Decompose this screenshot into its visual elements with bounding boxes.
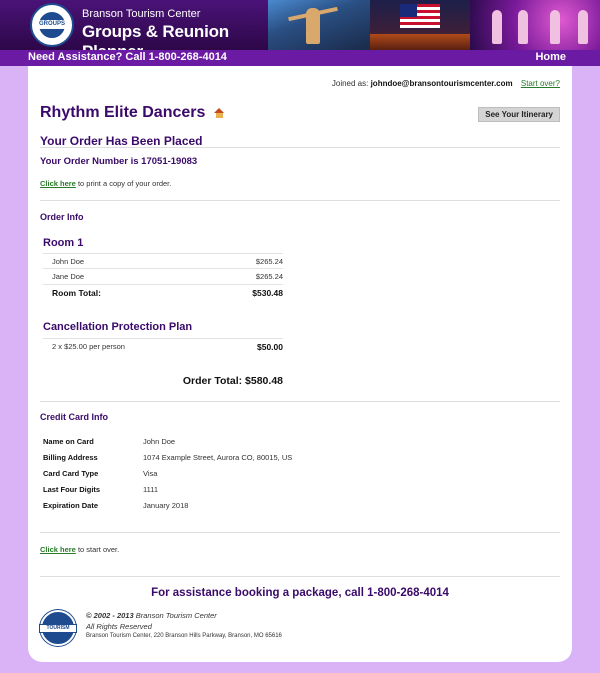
- footer-address: Branson Tourism Center, 220 Branson Hill…: [86, 633, 282, 639]
- footer-logo-ribbon: TOURISM: [39, 624, 77, 633]
- banner-photo-flag-show: [370, 0, 470, 50]
- order-total: Order Total: $580.48: [182, 375, 283, 387]
- performer-figure: [492, 10, 502, 44]
- account-email: johndoe@bransontourismcenter.com: [370, 79, 513, 88]
- start-over-text: to start over.: [75, 545, 120, 554]
- flag-graphic: [400, 4, 440, 28]
- banner-photo-dancer: [268, 0, 370, 50]
- joined-as: Joined as: johndoe@bransontourismcenter.…: [332, 79, 560, 88]
- stage-graphic: [370, 34, 470, 50]
- order-info-heading: Order Info: [40, 212, 84, 222]
- start-over-bottom-link[interactable]: Click here: [40, 545, 76, 554]
- cc-label: Name on Card: [43, 437, 94, 446]
- room-total-value: $530.48: [252, 288, 283, 298]
- home-icon[interactable]: [213, 108, 225, 118]
- guest-price: $265.24: [255, 272, 283, 281]
- cancellation-plan-title: Cancellation Protection Plan: [43, 321, 193, 333]
- assistance-phone: Need Assistance? Call 1-800-268-4014: [28, 51, 227, 63]
- brand-subtitle: Branson Tourism Center: [82, 8, 201, 20]
- copyright: © 2002 - 2013 Branson Tourism Center: [86, 611, 217, 620]
- table-row: 2 x $25.00 per person $50.00: [43, 338, 283, 352]
- cc-value: Visa: [143, 469, 158, 478]
- guest-name: John Doe: [52, 257, 85, 266]
- order-number: Your Order Number is 17051-19083: [40, 156, 198, 167]
- table-row: Jane Doe $265.24: [43, 268, 283, 282]
- table-row: John Doe $265.24: [43, 253, 283, 267]
- cc-value: 1074 Example Street, Aurora CO, 80015, U…: [143, 453, 293, 462]
- performer-figure: [578, 10, 588, 44]
- booking-assistance-phone: For assistance booking a package, call 1…: [151, 587, 449, 599]
- room-title: Room 1: [43, 237, 84, 249]
- site-banner: GROUPS Branson Tourism Center Groups & R…: [0, 0, 600, 50]
- divider: [40, 576, 560, 577]
- dancer-figure: [306, 8, 320, 44]
- copyright-years: © 2002 - 2013: [86, 611, 134, 620]
- cancellation-value: $50.00: [257, 342, 283, 352]
- cc-label: Last Four Digits: [43, 485, 101, 494]
- top-nav-bar: Need Assistance? Call 1-800-268-4014 Hom…: [0, 50, 600, 66]
- print-order-text: to print a copy of your order.: [75, 179, 172, 188]
- brand-title: Groups & Reunion Planner: [82, 22, 229, 50]
- cc-label: Card Card Type: [43, 469, 99, 478]
- start-over-line: Click here to start over.: [40, 545, 119, 554]
- cc-value: John Doe: [143, 437, 176, 446]
- print-order-link[interactable]: Click here: [40, 179, 76, 188]
- guest-price: $265.24: [255, 257, 283, 266]
- banner-photo-performers: [470, 0, 600, 50]
- cc-value: January 2018: [143, 501, 189, 510]
- rights-reserved: All Rights Reserved: [86, 622, 152, 631]
- divider: [40, 200, 560, 201]
- print-order-line: Click here to print a copy of your order…: [40, 179, 171, 188]
- cancellation-line: 2 x $25.00 per person: [52, 342, 125, 351]
- show-title: Rhythm Elite Dancers: [40, 104, 225, 122]
- room-total-label: Room Total:: [52, 288, 101, 298]
- divider: [40, 532, 560, 533]
- brand-area: GROUPS Branson Tourism Center Groups & R…: [0, 0, 268, 50]
- tourism-center-logo: TOURISM: [39, 610, 77, 646]
- room-total-row: Room Total: $530.48: [43, 284, 283, 298]
- order-confirmation-card: Joined as: johndoe@bransontourismcenter.…: [28, 66, 572, 662]
- branson-groups-logo[interactable]: GROUPS: [30, 3, 74, 47]
- logo-ribbon: GROUPS: [35, 20, 69, 29]
- cc-label: Expiration Date: [43, 501, 99, 510]
- joined-prefix: Joined as:: [331, 79, 369, 88]
- copyright-name: Branson Tourism Center: [133, 611, 217, 620]
- guest-name: Jane Doe: [52, 272, 85, 281]
- cc-label: Billing Address: [43, 453, 98, 462]
- performer-figure: [518, 10, 528, 44]
- divider: [40, 401, 560, 402]
- start-over-link[interactable]: Start over?: [521, 79, 560, 88]
- show-title-text: Rhythm Elite Dancers: [40, 104, 206, 121]
- cc-value: 1111: [143, 485, 159, 494]
- home-link[interactable]: Home: [535, 51, 566, 63]
- credit-card-heading: Credit Card Info: [40, 412, 109, 422]
- order-placed-heading: Your Order Has Been Placed: [40, 134, 203, 148]
- performer-figure: [550, 10, 560, 44]
- divider: [40, 147, 560, 148]
- see-itinerary-button[interactable]: See Your Itinerary: [478, 107, 560, 122]
